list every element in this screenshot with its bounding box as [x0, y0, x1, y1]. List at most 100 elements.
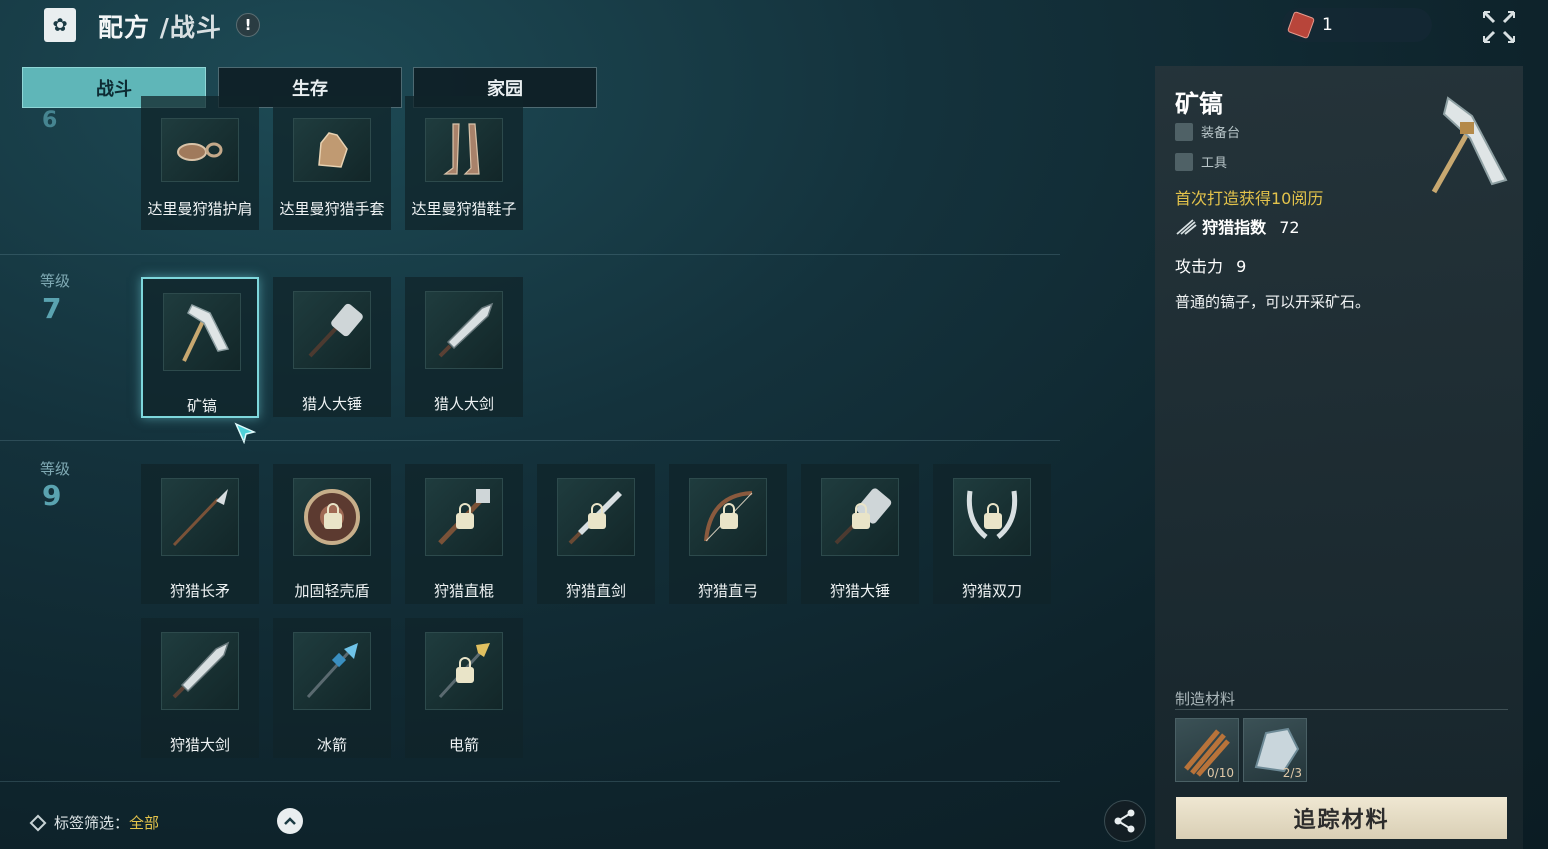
- greatsword-icon: [438, 302, 494, 358]
- page-title: 配方 /战斗: [98, 8, 222, 44]
- material-slot[interactable]: 2/3: [1243, 718, 1307, 782]
- gem-icon: [1286, 10, 1316, 40]
- detail-category: 工具: [1175, 152, 1227, 171]
- recipe-card-selected[interactable]: 矿镐: [141, 277, 259, 418]
- recipe-card[interactable]: 狩猎大剑: [141, 618, 259, 758]
- recipe-name: 达里曼狩猎鞋子: [411, 200, 517, 218]
- item-thumbnail: [163, 293, 241, 371]
- level-number: 9: [42, 479, 62, 512]
- item-thumbnail: [161, 632, 239, 710]
- material-count: 2/3: [1282, 766, 1302, 780]
- recipe-card[interactable]: 冰箭: [273, 618, 391, 758]
- item-thumbnail: [425, 291, 503, 369]
- ice-arrow-icon: [306, 643, 358, 699]
- recipe-card[interactable]: 狩猎直剑: [537, 464, 655, 604]
- row-divider: [0, 254, 1060, 255]
- hunting-index: 狩猎指数 72: [1175, 214, 1300, 238]
- recipe-card[interactable]: 狩猎长矛: [141, 464, 259, 604]
- info-icon[interactable]: !: [236, 13, 260, 37]
- share-icon: [1114, 809, 1135, 833]
- detail-station: 装备台: [1175, 122, 1240, 141]
- level-number-partial: 6: [42, 108, 58, 133]
- recipe-name: 加固轻壳盾: [294, 582, 370, 600]
- item-thumbnail: [557, 478, 635, 556]
- title-sub: /战斗: [159, 13, 222, 42]
- first-craft-bonus: 首次打造获得10阅历: [1175, 189, 1324, 208]
- materials-divider: [1175, 709, 1508, 710]
- hunting-index-value: 72: [1279, 218, 1300, 237]
- currency-count: 1: [1322, 15, 1333, 35]
- pickaxe-large-icon: [1431, 96, 1508, 194]
- workbench-icon: [1175, 122, 1193, 141]
- recipe-book-icon: ✿: [44, 8, 76, 42]
- recipe-name: 狩猎大锤: [829, 582, 890, 600]
- item-thumbnail: [821, 478, 899, 556]
- tag-filter[interactable]: 标签筛选： 全部: [29, 812, 160, 833]
- row-divider: [0, 781, 1060, 782]
- materials-title: 制造材料: [1175, 690, 1236, 708]
- attack-stat: 攻击力 9: [1175, 253, 1246, 277]
- lock-icon: [984, 503, 1002, 529]
- hunting-index-icon: [1176, 219, 1197, 235]
- recipe-name: 达里曼狩猎手套: [279, 200, 385, 218]
- item-thumbnail: [293, 478, 371, 556]
- level-label: 等级: [40, 460, 71, 478]
- recipe-card[interactable]: 电箭: [405, 618, 523, 758]
- currency-display: 1: [1282, 8, 1432, 42]
- recipe-name: 猎人大剑: [433, 395, 494, 413]
- recipe-card[interactable]: 狩猎直弓: [669, 464, 787, 604]
- lock-icon: [456, 503, 474, 529]
- recipe-name: 狩猎直剑: [565, 582, 626, 600]
- item-thumbnail: [293, 118, 371, 182]
- recipe-name: 狩猎双刀: [961, 582, 1022, 600]
- filter-icon: [29, 814, 47, 831]
- attack-label: 攻击力: [1175, 257, 1224, 276]
- recipe-name: 达里曼狩猎护肩: [147, 200, 253, 218]
- recipe-name: 狩猎大剑: [169, 736, 230, 754]
- recipe-card[interactable]: 达里曼狩猎手套: [273, 96, 391, 230]
- recipe-card[interactable]: 加固轻壳盾: [273, 464, 391, 604]
- recipe-card[interactable]: 狩猎直棍: [405, 464, 523, 604]
- recipe-card[interactable]: 猎人大剑: [405, 277, 523, 417]
- collapse-button[interactable]: [277, 808, 303, 834]
- recipe-card[interactable]: 狩猎大锤: [801, 464, 919, 604]
- level-label: 等级: [40, 272, 71, 290]
- tool-icon: [1175, 152, 1193, 171]
- attack-value: 9: [1236, 257, 1247, 276]
- category-label: 工具: [1201, 156, 1228, 171]
- item-thumbnail: [293, 632, 371, 710]
- hammer-icon: [308, 303, 363, 358]
- recipe-card[interactable]: 达里曼狩猎护肩: [141, 96, 259, 230]
- hunting-greatsword-icon: [172, 641, 230, 699]
- lock-icon: [456, 657, 474, 683]
- item-thumbnail: [953, 478, 1031, 556]
- close-button[interactable]: [1480, 8, 1518, 46]
- chevron-up-icon: [284, 817, 296, 825]
- recipe-name: 冰箭: [316, 736, 347, 754]
- title-main: 配方: [98, 13, 151, 42]
- recipe-name: 猎人大锤: [301, 395, 362, 413]
- spear-icon: [172, 489, 228, 547]
- share-button[interactable]: [1104, 800, 1146, 842]
- filter-value: 全部: [129, 814, 160, 832]
- track-materials-button[interactable]: 追踪材料: [1176, 797, 1507, 839]
- item-thumbnail: [293, 291, 371, 369]
- level-number: 7: [42, 292, 62, 325]
- recipe-card[interactable]: 达里曼狩猎鞋子: [405, 96, 523, 230]
- row-divider: [0, 440, 1060, 441]
- recipe-card[interactable]: 狩猎双刀: [933, 464, 1051, 604]
- recipe-name: 狩猎直弓: [697, 582, 758, 600]
- station-label: 装备台: [1201, 126, 1241, 141]
- item-thumbnail: [161, 118, 239, 182]
- hunting-index-label: 狩猎指数: [1202, 218, 1267, 237]
- lock-icon: [720, 503, 738, 529]
- lock-icon: [852, 503, 870, 529]
- item-description: 普通的镐子，可以开采矿石。: [1175, 293, 1371, 311]
- recipe-name: 狩猎直棍: [433, 582, 494, 600]
- item-thumbnail: [425, 118, 503, 182]
- filter-label: 标签筛选：: [54, 814, 130, 832]
- pickaxe-icon: [182, 304, 230, 362]
- recipe-card[interactable]: 猎人大锤: [273, 277, 391, 417]
- item-thumbnail: [425, 632, 503, 710]
- material-slot[interactable]: 0/10: [1175, 718, 1239, 782]
